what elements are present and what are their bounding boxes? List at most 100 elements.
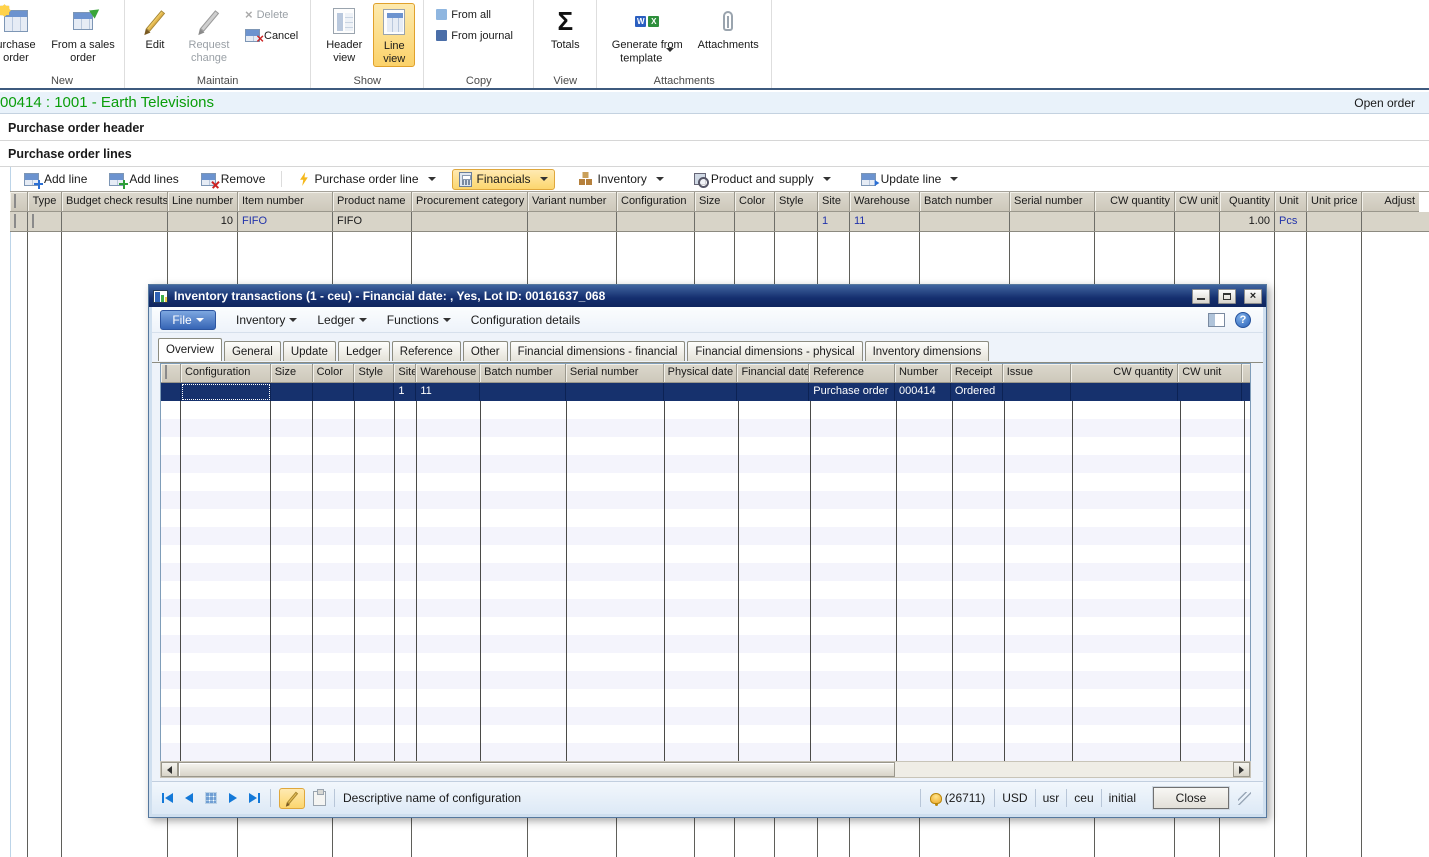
po-cell-warehouse[interactable]: 11 bbox=[850, 212, 920, 231]
po-col-unit[interactable]: Unit bbox=[1275, 192, 1307, 212]
po-col-item-number[interactable]: Item number bbox=[238, 192, 333, 212]
dlg-col-site[interactable]: Site bbox=[394, 364, 416, 383]
po-cell-serial[interactable] bbox=[1010, 212, 1095, 231]
dlg-col-batch-number[interactable]: Batch number bbox=[480, 364, 566, 383]
select-all-checkbox[interactable] bbox=[165, 365, 167, 379]
po-col-cw-unit[interactable]: CW unit bbox=[1175, 192, 1220, 212]
po-cell-adjust[interactable] bbox=[1362, 212, 1419, 231]
help-icon[interactable]: ? bbox=[1235, 312, 1251, 328]
po-col-variant-number[interactable]: Variant number bbox=[528, 192, 617, 212]
po-cell-line-number[interactable]: 10 bbox=[168, 212, 238, 231]
dialog-titlebar[interactable]: Inventory transactions (1 - ceu) - Finan… bbox=[149, 285, 1266, 307]
attachments-button[interactable]: Attachments bbox=[693, 3, 763, 67]
po-col-budget-check-results[interactable]: Budget check results bbox=[62, 192, 168, 212]
tab-update[interactable]: Update bbox=[283, 341, 336, 361]
po-col-unit-price[interactable]: Unit price bbox=[1307, 192, 1362, 212]
po-cell-product-name[interactable]: FIFO bbox=[333, 212, 412, 231]
po-col-serial-number[interactable]: Serial number bbox=[1010, 192, 1095, 212]
tab-general[interactable]: General bbox=[224, 341, 281, 361]
dlg-select-all-header[interactable] bbox=[161, 364, 181, 383]
po-cell-site[interactable]: 1 bbox=[818, 212, 850, 231]
dlg-col-financial-date[interactable]: Financial date bbox=[737, 364, 809, 383]
ledger-menu[interactable]: Ledger bbox=[317, 313, 366, 327]
from-sales-order-button[interactable]: From a sales order bbox=[50, 3, 116, 67]
dlg-cell-physical-date[interactable] bbox=[664, 383, 738, 401]
notifications-button[interactable]: (26711) bbox=[928, 791, 987, 805]
po-cell-color[interactable] bbox=[735, 212, 775, 231]
po-col-warehouse[interactable]: Warehouse bbox=[850, 192, 920, 212]
paste-icon[interactable] bbox=[313, 791, 326, 806]
dlg-col-color[interactable]: Color bbox=[313, 364, 355, 383]
po-grid-row-1[interactable]: 10 FIFO FIFO 1 11 1.00 Pcs bbox=[10, 212, 1429, 232]
po-col-line-number[interactable]: Line number bbox=[168, 192, 238, 212]
dlg-cell-financial-date[interactable] bbox=[737, 383, 809, 401]
dlg-col-receipt[interactable]: Receipt bbox=[951, 364, 1003, 383]
dialog-grid-selected-row[interactable]: 1 11 Purchase order 000414 Ordered bbox=[161, 383, 1250, 401]
dlg-col-physical-date[interactable]: Physical date bbox=[664, 364, 738, 383]
from-journal-button[interactable]: From journal bbox=[432, 26, 517, 45]
grid-layout-icon[interactable] bbox=[1208, 313, 1225, 327]
dlg-cell-configuration[interactable] bbox=[181, 383, 271, 401]
tab-financial-dimensions-financial[interactable]: Financial dimensions - financial bbox=[510, 341, 686, 361]
po-cell-configuration[interactable] bbox=[617, 212, 695, 231]
po-cell-batch[interactable] bbox=[920, 212, 1010, 231]
first-record-button[interactable] bbox=[160, 793, 175, 803]
minimize-button[interactable] bbox=[1192, 289, 1210, 304]
po-cell-style[interactable] bbox=[775, 212, 818, 231]
dlg-col-number[interactable]: Number bbox=[895, 364, 951, 383]
remove-button[interactable]: Remove bbox=[195, 170, 272, 188]
functions-menu[interactable]: Functions bbox=[387, 313, 451, 327]
dlg-col-style[interactable]: Style bbox=[354, 364, 394, 383]
edit-mode-button[interactable] bbox=[279, 788, 305, 809]
po-cell-unit[interactable]: Pcs bbox=[1275, 212, 1307, 231]
dlg-cell-serial[interactable] bbox=[566, 383, 664, 401]
header-view-button[interactable]: Header view bbox=[319, 3, 369, 67]
po-col-adjust[interactable]: Adjust bbox=[1362, 192, 1419, 212]
dlg-col-warehouse[interactable]: Warehouse bbox=[416, 364, 480, 383]
dlg-cell-size[interactable] bbox=[271, 383, 313, 401]
po-cell-cw-quantity[interactable] bbox=[1095, 212, 1175, 231]
grid-view-button[interactable] bbox=[203, 792, 219, 804]
scroll-right-button[interactable] bbox=[1233, 762, 1250, 777]
po-cell-cw-unit[interactable] bbox=[1175, 212, 1220, 231]
scroll-left-button[interactable] bbox=[161, 762, 178, 777]
select-all-checkbox[interactable] bbox=[14, 194, 16, 208]
next-record-button[interactable] bbox=[227, 793, 239, 803]
dialog-horizontal-scrollbar[interactable] bbox=[160, 761, 1251, 778]
close-button[interactable]: Close bbox=[1153, 787, 1229, 809]
inventory-menu[interactable]: Inventory bbox=[236, 313, 297, 327]
po-col-color[interactable]: Color bbox=[735, 192, 775, 212]
po-cell-quantity[interactable]: 1.00 bbox=[1220, 212, 1275, 231]
resize-grip[interactable] bbox=[1238, 792, 1251, 805]
po-col-site[interactable]: Site bbox=[818, 192, 850, 212]
tab-overview[interactable]: Overview bbox=[158, 338, 222, 361]
dlg-col-issue[interactable]: Issue bbox=[1003, 364, 1071, 383]
tab-financial-dimensions-physical[interactable]: Financial dimensions - physical bbox=[687, 341, 862, 361]
po-col-procurement-category[interactable]: Procurement category bbox=[412, 192, 528, 212]
scrollbar-track[interactable] bbox=[178, 762, 1233, 777]
po-col-style[interactable]: Style bbox=[775, 192, 818, 212]
po-col-cw-quantity[interactable]: CW quantity bbox=[1095, 192, 1175, 212]
user-field[interactable]: usr bbox=[1043, 791, 1060, 805]
po-col-quantity[interactable]: Quantity bbox=[1220, 192, 1275, 212]
request-change-button[interactable]: Request change bbox=[181, 3, 237, 67]
delete-button[interactable]: × Delete bbox=[241, 5, 302, 24]
cancel-button[interactable]: × Cancel bbox=[241, 26, 302, 45]
po-cell-unit-price[interactable] bbox=[1307, 212, 1362, 231]
po-cell-size[interactable] bbox=[695, 212, 735, 231]
po-select-all-header[interactable] bbox=[10, 192, 28, 212]
po-cell-budget[interactable] bbox=[62, 212, 168, 231]
dlg-cell-receipt[interactable]: Ordered bbox=[951, 383, 1003, 401]
dlg-cell-style[interactable] bbox=[354, 383, 394, 401]
edit-button[interactable]: Edit bbox=[133, 3, 177, 67]
partition-field[interactable]: initial bbox=[1109, 791, 1136, 805]
dlg-col-serial-number[interactable]: Serial number bbox=[566, 364, 664, 383]
previous-record-button[interactable] bbox=[183, 793, 195, 803]
po-cell-variant[interactable] bbox=[528, 212, 617, 231]
add-lines-button[interactable]: Add lines bbox=[103, 170, 184, 188]
tab-reference[interactable]: Reference bbox=[392, 341, 461, 361]
dlg-col-reference[interactable]: Reference bbox=[809, 364, 895, 383]
po-row-select-cell[interactable] bbox=[10, 212, 28, 231]
inventory-menu-button[interactable]: Inventory bbox=[573, 170, 670, 188]
scrollbar-thumb[interactable] bbox=[178, 762, 895, 777]
